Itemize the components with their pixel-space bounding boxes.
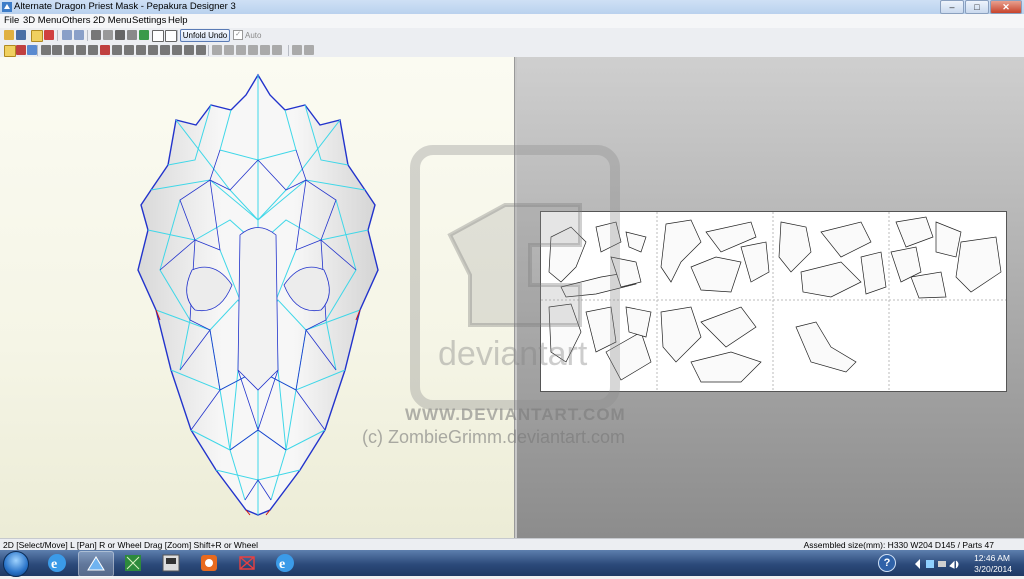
- pepakura-designer-icon[interactable]: [230, 551, 264, 575]
- spreadsheet-icon[interactable]: [116, 551, 150, 575]
- align-top-icon[interactable]: [248, 45, 258, 55]
- menu-file[interactable]: File: [4, 15, 19, 26]
- join-icon[interactable]: [127, 30, 137, 40]
- flap-icon[interactable]: [115, 30, 125, 40]
- internet-explorer-2-icon[interactable]: e: [268, 551, 302, 575]
- undo-icon[interactable]: [62, 30, 72, 40]
- rotate-icon[interactable]: [27, 45, 37, 55]
- window-title: Alternate Dragon Priest Mask - Pepakura …: [14, 1, 236, 12]
- arrange-icon[interactable]: [196, 45, 206, 55]
- print-icon[interactable]: [136, 45, 146, 55]
- close-button[interactable]: ✕: [990, 0, 1022, 14]
- align-icon[interactable]: [184, 45, 194, 55]
- menu-2d[interactable]: 2D Menu: [93, 15, 132, 26]
- align-right-icon[interactable]: [236, 45, 246, 55]
- connect-icon[interactable]: [52, 45, 62, 55]
- model-icon[interactable]: [44, 30, 54, 40]
- nose-ridge: [237, 227, 279, 391]
- align-center-icon[interactable]: [224, 45, 234, 55]
- menu-settings[interactable]: Settings: [132, 15, 166, 26]
- redo-icon[interactable]: [74, 30, 84, 40]
- system-tray: ? 12:46 AM 3/20/2014: [874, 550, 1024, 576]
- mask-3d-model[interactable]: [120, 70, 400, 520]
- pepakura-viewer-icon[interactable]: [78, 551, 114, 577]
- menu-bar: File 3D Menu Others 2D Menu Settings Hel…: [0, 14, 1024, 28]
- view3d-icon[interactable]: [31, 30, 43, 42]
- main-toolbar: Unfold Undo ✓ Auto: [0, 28, 1024, 44]
- flip-icon[interactable]: [172, 45, 182, 55]
- internet-explorer-icon[interactable]: e: [40, 551, 74, 575]
- layout-icon[interactable]: [165, 30, 177, 42]
- menu-others[interactable]: Others: [62, 15, 91, 26]
- zoom-out-icon[interactable]: [304, 45, 314, 55]
- edge-icon[interactable]: [91, 30, 101, 40]
- scale-icon[interactable]: [148, 45, 158, 55]
- unfold-paper-sheet[interactable]: [540, 211, 1007, 392]
- checkmark-icon: ✓: [233, 30, 243, 40]
- app-icon: [2, 2, 12, 12]
- flap-add-icon[interactable]: [64, 45, 74, 55]
- minimize-button[interactable]: –: [940, 0, 964, 14]
- mirror-icon[interactable]: [160, 45, 170, 55]
- fold-icon[interactable]: [88, 45, 98, 55]
- save-icon[interactable]: [16, 30, 26, 40]
- status-size: Assembled size(mm): H330 W204 D145 / Par…: [803, 540, 994, 550]
- start-button[interactable]: [3, 551, 29, 577]
- unfold-undo-button[interactable]: Unfold Undo: [180, 29, 230, 42]
- taskbar: e e ? 12:46 AM 3/20/2014: [0, 550, 1024, 577]
- secondary-toolbar: [0, 43, 1024, 58]
- maximize-button[interactable]: □: [965, 0, 989, 14]
- cut-icon[interactable]: [41, 45, 51, 55]
- image-icon[interactable]: [124, 45, 134, 55]
- tray-icons[interactable]: [914, 558, 964, 570]
- help-icon[interactable]: ?: [878, 554, 896, 572]
- align-middle-icon[interactable]: [260, 45, 270, 55]
- flap-remove-icon[interactable]: [76, 45, 86, 55]
- clock-time[interactable]: 12:46 AM: [974, 553, 1010, 563]
- page-icon[interactable]: [152, 30, 164, 42]
- auto-label: Auto: [245, 30, 262, 40]
- title-bar: Alternate Dragon Priest Mask - Pepakura …: [0, 0, 1024, 15]
- photo-app-icon[interactable]: [192, 551, 226, 575]
- svg-text:e: e: [51, 557, 57, 572]
- align-bottom-icon[interactable]: [272, 45, 282, 55]
- auto-checkbox[interactable]: ✓ Auto: [233, 30, 261, 40]
- media-center-icon[interactable]: [154, 551, 188, 575]
- select-icon[interactable]: [4, 45, 16, 57]
- unfolded-parts: [541, 212, 1006, 391]
- clock-date[interactable]: 3/20/2014: [974, 564, 1012, 574]
- open-icon[interactable]: [4, 30, 14, 40]
- menu-help[interactable]: Help: [168, 15, 188, 26]
- svg-text:e: e: [279, 557, 285, 572]
- face-icon[interactable]: [103, 30, 113, 40]
- menu-3d[interactable]: 3D Menu: [23, 15, 62, 26]
- move-icon[interactable]: [16, 45, 26, 55]
- text-icon[interactable]: [112, 45, 122, 55]
- align-left-icon[interactable]: [212, 45, 222, 55]
- zoom-in-icon[interactable]: [292, 45, 302, 55]
- texture-icon[interactable]: [139, 30, 149, 40]
- status-hint: 2D [Select/Move] L [Pan] R or Wheel Drag…: [3, 540, 259, 550]
- edit-line-icon[interactable]: [100, 45, 110, 55]
